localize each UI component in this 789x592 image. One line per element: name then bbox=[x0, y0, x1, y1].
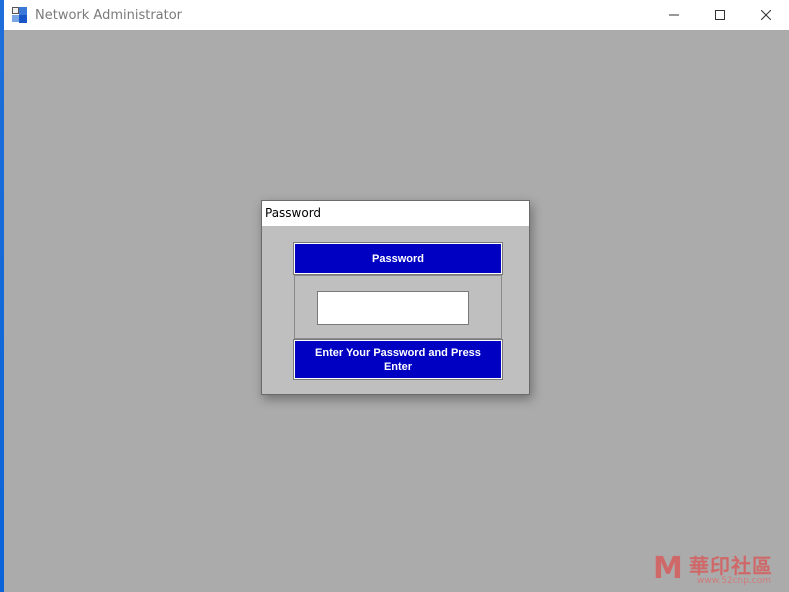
watermark-url: www.52cnp.com bbox=[697, 576, 772, 586]
app-logo-icon bbox=[12, 7, 28, 23]
close-icon bbox=[761, 10, 771, 20]
title-bar[interactable]: Network Administrator bbox=[4, 0, 789, 30]
maximize-icon bbox=[715, 10, 725, 20]
watermark: M 華印社區 www.52cnp.com bbox=[653, 548, 785, 590]
maximize-button[interactable] bbox=[697, 0, 743, 30]
password-header: Password bbox=[293, 242, 503, 275]
minimize-button[interactable] bbox=[651, 0, 697, 30]
window-controls bbox=[651, 0, 789, 30]
password-instruction: Enter Your Password and Press Enter bbox=[293, 339, 503, 380]
password-dialog: Password Password Enter Your Password an… bbox=[261, 200, 530, 395]
watermark-text: 華印社區 bbox=[689, 554, 773, 578]
password-input[interactable] bbox=[317, 291, 469, 325]
app-window: Network Administrator Password Password … bbox=[4, 0, 789, 592]
watermark-logo-icon: M bbox=[653, 551, 683, 586]
window-title: Network Administrator bbox=[35, 7, 183, 23]
minimize-icon bbox=[669, 14, 679, 16]
password-panel bbox=[294, 275, 502, 339]
client-area: Password Password Enter Your Password an… bbox=[4, 30, 789, 592]
dialog-title: Password bbox=[262, 201, 529, 226]
close-button[interactable] bbox=[743, 0, 789, 30]
